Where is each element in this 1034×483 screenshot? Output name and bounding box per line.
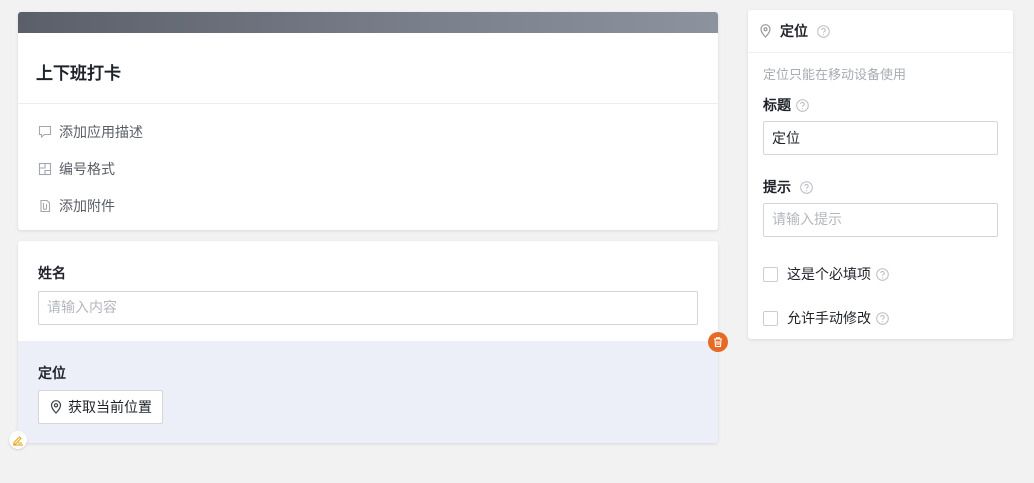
field-settings-panel: 定位 定位只能在移动设备使用 标题 提示 这是个必填项 bbox=[748, 10, 1013, 339]
numbering-format-link[interactable]: 编号格式 bbox=[18, 150, 718, 187]
help-icon[interactable] bbox=[817, 24, 830, 38]
form-fields-card: 姓名 定位 获取当前位置 bbox=[9, 241, 728, 449]
delete-field-button[interactable] bbox=[708, 332, 728, 352]
name-field[interactable]: 姓名 bbox=[18, 241, 718, 341]
header-banner bbox=[18, 12, 718, 33]
manual-edit-checkbox[interactable] bbox=[763, 310, 778, 326]
get-location-button[interactable]: 获取当前位置 bbox=[38, 390, 163, 424]
form-title[interactable]: 上下班打卡 bbox=[18, 33, 718, 104]
comment-icon bbox=[38, 125, 52, 139]
name-input[interactable] bbox=[38, 291, 698, 325]
required-checkbox[interactable] bbox=[763, 266, 778, 282]
get-location-label: 获取当前位置 bbox=[68, 400, 152, 416]
add-description-label: 添加应用描述 bbox=[59, 124, 143, 141]
panel-title: 定位 bbox=[780, 24, 808, 40]
add-description-link[interactable]: 添加应用描述 bbox=[18, 113, 718, 150]
help-icon[interactable] bbox=[800, 180, 813, 194]
add-attachment-label: 添加附件 bbox=[59, 198, 115, 215]
attachment-icon bbox=[38, 199, 52, 213]
numbering-icon bbox=[38, 162, 52, 176]
help-icon[interactable] bbox=[796, 98, 809, 112]
form-canvas: 上下班打卡 添加应用描述 编号格式 添加附件 姓名 请输入内容 定位 获取当前位… bbox=[9, 12, 728, 449]
edit-icon bbox=[13, 436, 23, 446]
form-header-card: 上下班打卡 添加应用描述 编号格式 添加附件 bbox=[18, 12, 718, 230]
location-pin-icon bbox=[759, 24, 772, 38]
title-setting-input[interactable] bbox=[763, 121, 998, 155]
manual-edit-option[interactable]: 允许手动修改 bbox=[763, 308, 998, 328]
hint-setting-label-row: 提示 bbox=[763, 177, 998, 197]
numbering-format-label: 编号格式 bbox=[59, 161, 115, 178]
title-setting-label-row: 标题 bbox=[763, 95, 998, 115]
location-pin-icon bbox=[49, 400, 63, 414]
name-field-label: 姓名 bbox=[38, 266, 66, 282]
manual-edit-label: 允许手动修改 bbox=[787, 311, 871, 327]
location-field[interactable]: 定位 获取当前位置 bbox=[18, 341, 718, 443]
help-icon[interactable] bbox=[876, 311, 889, 325]
location-field-label: 定位 bbox=[38, 366, 66, 382]
header-links: 添加应用描述 编号格式 添加附件 bbox=[18, 104, 718, 224]
edit-field-button[interactable] bbox=[9, 431, 27, 449]
trash-icon bbox=[714, 337, 722, 348]
panel-body: 定位只能在移动设备使用 标题 提示 这是个必填项 允许手动修改 bbox=[748, 64, 1013, 328]
required-label: 这是个必填项 bbox=[787, 267, 871, 283]
hint-setting-input[interactable] bbox=[763, 203, 998, 237]
panel-header: 定位 bbox=[748, 10, 1013, 53]
hint-setting-label: 提示 bbox=[763, 180, 791, 196]
add-attachment-link[interactable]: 添加附件 bbox=[18, 187, 718, 224]
mobile-only-note: 定位只能在移动设备使用 bbox=[763, 68, 907, 83]
required-option[interactable]: 这是个必填项 bbox=[763, 264, 998, 284]
help-icon[interactable] bbox=[876, 267, 889, 281]
title-setting-label: 标题 bbox=[763, 98, 791, 114]
